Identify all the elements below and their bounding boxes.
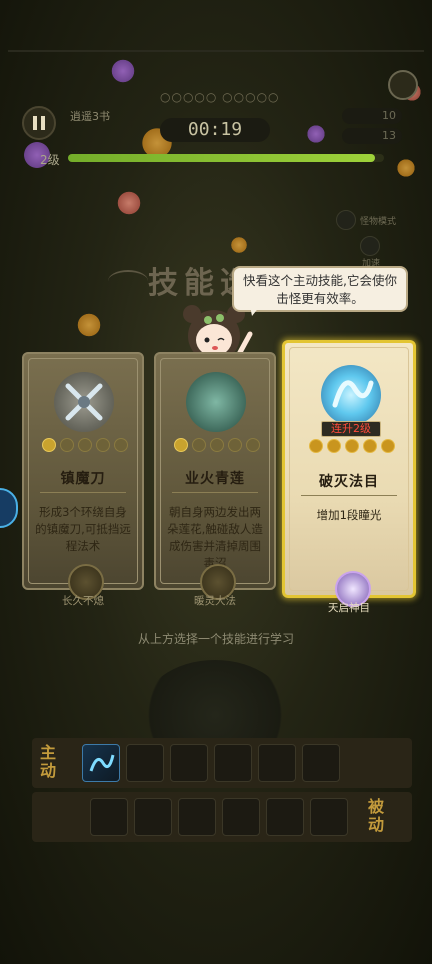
skill-stars (42, 438, 128, 452)
star-icon (192, 438, 206, 452)
level-name: 逍遥3书 (70, 110, 110, 123)
divider (40, 492, 126, 493)
skill-card-2[interactable]: 业火青莲 朝自身两边发出两朵莲花,触碰敌人造成伤害并清掉周围毒沼 暖灵大法 (154, 352, 276, 607)
star-icon (228, 438, 242, 452)
star-icon (114, 438, 128, 452)
lotus-icon (186, 372, 246, 432)
player-level: 2级 (40, 153, 60, 167)
active-label: 主动 (40, 743, 57, 780)
skill-description: 朝自身两边发出两朵莲花,触碰敌人造成伤害并清掉周围毒沼 (167, 505, 263, 570)
mode-toggle-icon[interactable] (336, 210, 356, 230)
active-skill-slot[interactable] (82, 744, 120, 782)
passive-skill-bar: 被动 (32, 792, 412, 842)
star-icon (174, 438, 188, 452)
skill-origin-label: 天启神目 (328, 602, 370, 614)
xp-bar-fill (68, 154, 375, 162)
skill-card-3[interactable]: 连升2级 破灭法目 增加1段瞳光 天启神目 (282, 340, 416, 614)
flower-icon (306, 124, 326, 144)
passive-skill-slot[interactable] (266, 798, 304, 836)
skill-origin-label: 暖灵大法 (194, 595, 236, 607)
skill-origin-label: 长久不熄 (62, 595, 104, 607)
guide-speech-bubble: 快看这个主动技能,它会使你击怪更有效率。 (232, 266, 408, 316)
flower-icon (230, 236, 248, 254)
active-skill-slot[interactable] (126, 744, 164, 782)
passive-skill-slot[interactable] (90, 798, 128, 836)
flower-icon (76, 312, 102, 338)
star-icon (309, 439, 323, 453)
blue-spirit-icon (321, 365, 381, 425)
star-icon (363, 439, 377, 453)
passive-skill-slot[interactable] (178, 798, 216, 836)
skill-name: 业火青莲 (185, 471, 245, 487)
star-icon (78, 438, 92, 452)
speed-toggle-icon[interactable] (360, 236, 380, 256)
star-icon (345, 439, 359, 453)
flower-icon (110, 58, 136, 84)
passive-skill-slot[interactable] (310, 798, 348, 836)
stat-top: 10 (342, 108, 402, 124)
skill-description: 形成3个环绕自身的镇魔刀,可抵挡远程法术 (35, 505, 131, 553)
active-skill-slot[interactable] (302, 744, 340, 782)
active-skill-bar: 主动 (32, 738, 412, 788)
skill-card-1[interactable]: 镇魔刀 形成3个环绕自身的镇魔刀,可抵挡远程法术 长久不熄 (22, 352, 144, 607)
star-icon (381, 439, 395, 453)
timer: 00:19 (160, 118, 270, 142)
passive-label: 被动 (368, 797, 385, 834)
mode-label: 怪物模式 (360, 217, 397, 227)
star-icon (246, 438, 260, 452)
passive-skill-slot[interactable] (134, 798, 172, 836)
selection-hint: 从上方选择一个技能进行学习 (137, 632, 294, 646)
divider (301, 495, 397, 496)
active-skill-slot[interactable] (258, 744, 296, 782)
upgrade-badge: 连升2级 (321, 421, 381, 437)
star-icon (60, 438, 74, 452)
top-divider (8, 50, 424, 52)
star-icon (42, 438, 56, 452)
active-skill-slot[interactable] (170, 744, 208, 782)
star-icon (327, 439, 341, 453)
flower-icon (116, 190, 142, 216)
flower-icon (396, 158, 416, 178)
stat-bottom: 13 (342, 128, 402, 144)
stage-progress-dots: ○○○○○ ○○○○○ (160, 90, 280, 104)
skill-stars (174, 438, 260, 452)
settings-button[interactable] (388, 70, 418, 100)
star-icon (210, 438, 224, 452)
star-icon (96, 438, 110, 452)
game-screen: 逍遥3书 ○○○○○ ○○○○○ 00:19 10 13 2级 怪物模式 加速 … (0, 0, 432, 964)
pause-button[interactable] (22, 106, 56, 140)
skill-name: 镇魔刀 (60, 471, 106, 487)
side-tab-icon[interactable] (0, 488, 18, 528)
passive-skill-slot[interactable] (222, 798, 260, 836)
skill-description: 增加1段瞳光 (316, 508, 382, 522)
divider (172, 492, 258, 493)
skill-name: 破灭法目 (319, 474, 379, 490)
crossed-blades-icon (54, 372, 114, 432)
xp-bar (68, 154, 384, 162)
active-skill-slot[interactable] (214, 744, 252, 782)
left-wing-icon (108, 270, 148, 292)
skill-stars (309, 439, 395, 453)
